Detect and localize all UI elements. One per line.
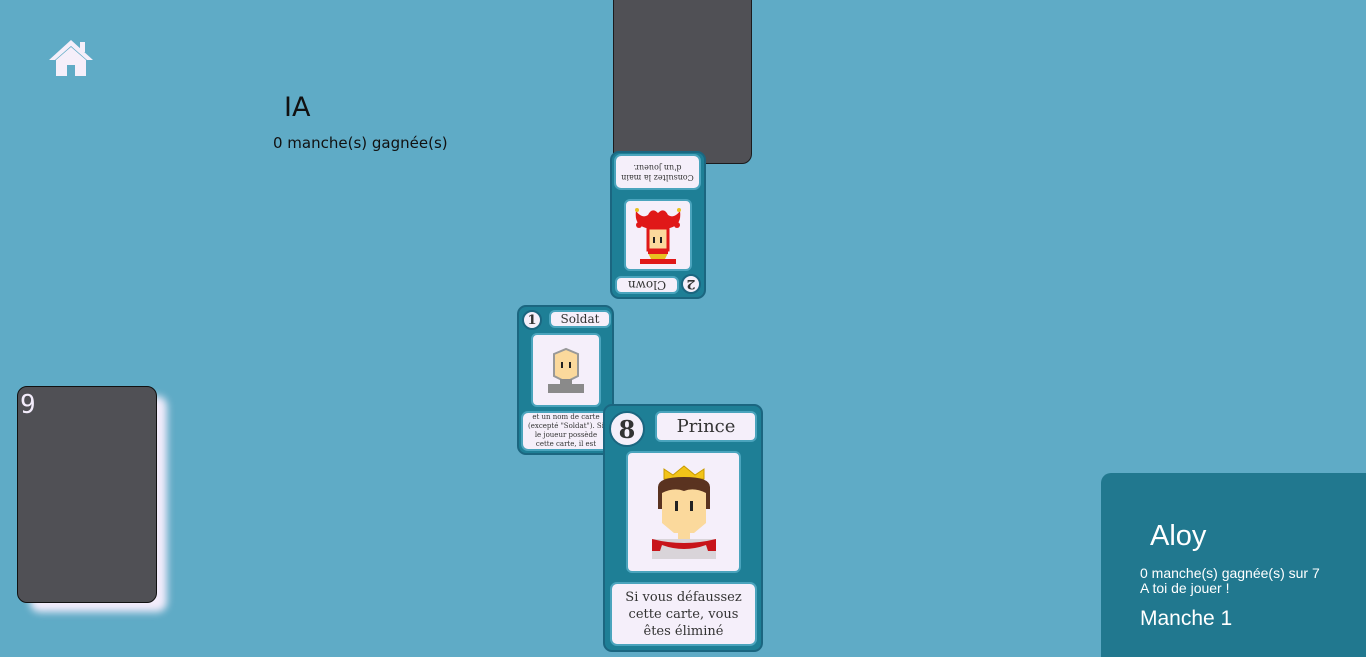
card-name: Clown [615,276,679,294]
soldier-icon [531,333,601,407]
hand-card-prince[interactable]: 8 Prince Si vous défaussez cette carte, … [603,404,763,652]
home-icon[interactable] [48,38,94,78]
round-label: Manche 1 [1140,607,1233,630]
turn-message: A toi de jouer ! [1140,580,1230,596]
discard-card-clown: 2 Clown Consultez la main d'un joueur. [610,151,706,299]
opponent-score: 0 manche(s) gagnée(s) [273,134,448,152]
card-name: Soldat [549,310,611,328]
card-number: 2 [681,274,701,294]
opponent-hand-card [613,0,752,164]
discard-card-soldat: 1 Soldat Choisissez un joueur et un nom … [517,305,614,455]
opponent-name: IA [284,92,311,123]
draw-pile[interactable] [17,386,157,603]
card-description: Choisissez un joueur et un nom de carte … [521,411,611,451]
card-description: Si vous défaussez cette carte, vous êtes… [610,582,757,646]
player-name: Aloy [1150,520,1207,552]
prince-icon [626,451,741,573]
card-description: Consultez la main d'un joueur. [614,154,701,190]
card-name: Prince [655,411,757,442]
deck-count: 9 [20,390,36,420]
player-score: 0 manche(s) gagnée(s) sur 7 [1140,565,1320,581]
clown-icon [624,199,692,271]
card-number: 1 [522,310,542,330]
card-number: 8 [609,411,645,447]
